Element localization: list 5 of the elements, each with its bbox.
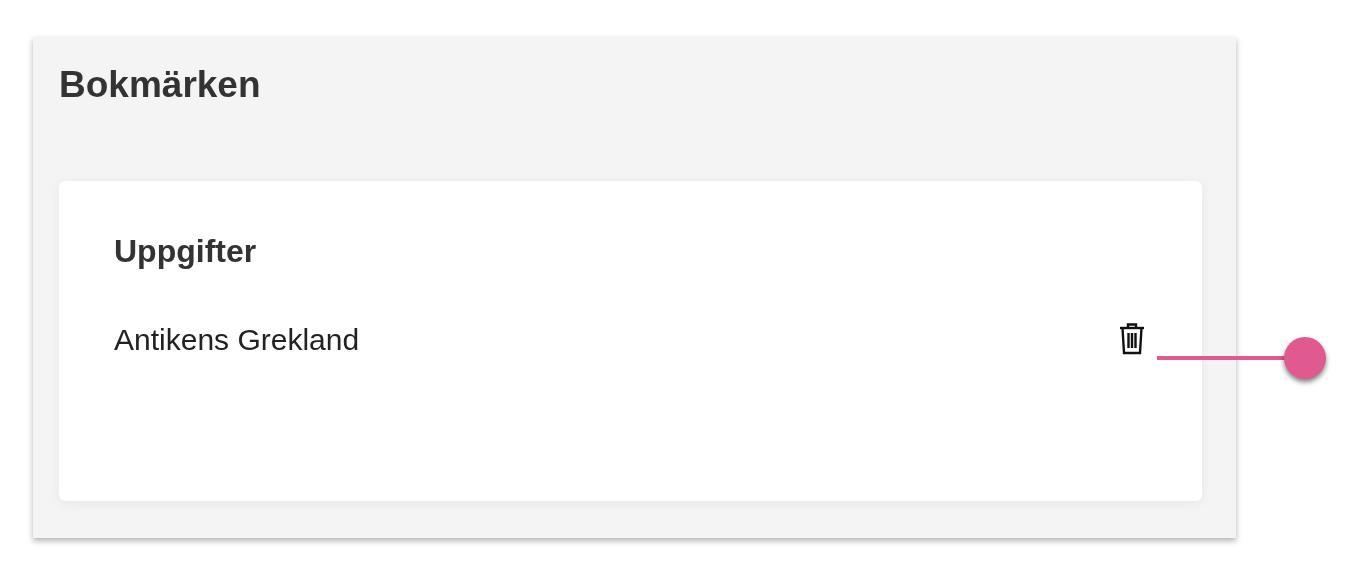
panel-title: Bokmärken bbox=[59, 63, 261, 107]
trash-icon bbox=[1119, 323, 1145, 355]
task-title[interactable]: Antikens Grekland bbox=[114, 316, 360, 362]
section-title: Uppgifter bbox=[114, 232, 257, 271]
delete-button[interactable] bbox=[1117, 322, 1147, 356]
